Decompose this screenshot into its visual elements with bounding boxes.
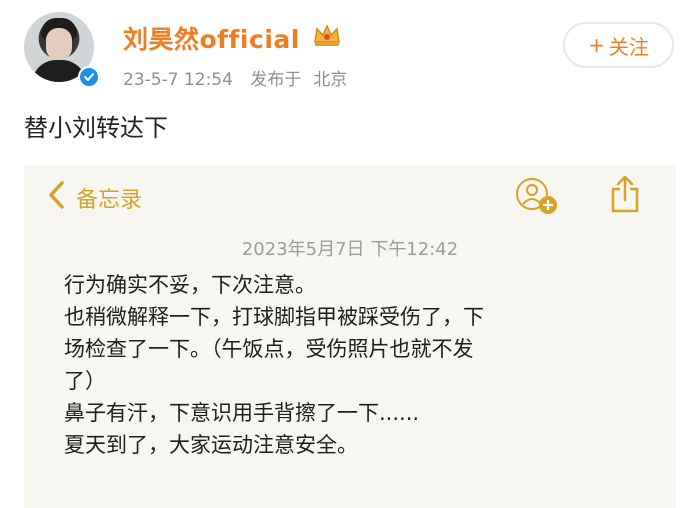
note-line: 了） [64, 369, 106, 393]
note-line: 鼻子有汗，下意识用手背擦了一下...... [64, 401, 420, 425]
post-text: 替小刘转达下 [24, 114, 168, 142]
post-location: 北京 [313, 70, 348, 90]
username[interactable]: 刘昊然official [123, 20, 300, 56]
person-add-icon[interactable] [515, 177, 559, 215]
crown-icon [314, 24, 340, 46]
post-header: 刘昊然official 23-5-7 12:54 发布于 北京 + 关注 [0, 0, 700, 100]
note-line: 场检查了一下。（午饭点，受伤照片也就不发 [64, 337, 474, 361]
back-label[interactable]: 备忘录 [76, 182, 142, 214]
share-export-icon[interactable] [608, 173, 642, 215]
location-prefix: 发布于 [250, 70, 302, 90]
note-line: 夏天到了，大家运动注意安全。 [64, 433, 358, 457]
plus-icon: + [588, 33, 605, 57]
verified-icon [78, 66, 100, 88]
note-date: 2023年5月7日 下午12:42 [241, 239, 459, 260]
notes-nav-bar: 备忘录 [24, 165, 676, 225]
follow-button[interactable]: + 关注 [563, 22, 674, 68]
chevron-left-icon[interactable] [46, 180, 66, 210]
post-meta: 23-5-7 12:54 发布于 北京 [123, 65, 359, 90]
follow-label: 关注 [608, 34, 649, 59]
note-line: 也稍微解释一下，打球脚指甲被踩受伤了，下 [64, 305, 484, 329]
note-screenshot: 备忘录 2023年5月7日 下午12:42 行为确实不妥，下次注意。 也稍微解释… [24, 165, 676, 508]
note-line: 行为确实不妥，下次注意。 [64, 273, 316, 297]
note-body: 行为确实不妥，下次注意。 也稍微解释一下，打球脚指甲被踩受伤了，下 场检查了一下… [64, 269, 654, 461]
post-date: 23-5-7 12:54 [123, 70, 233, 90]
